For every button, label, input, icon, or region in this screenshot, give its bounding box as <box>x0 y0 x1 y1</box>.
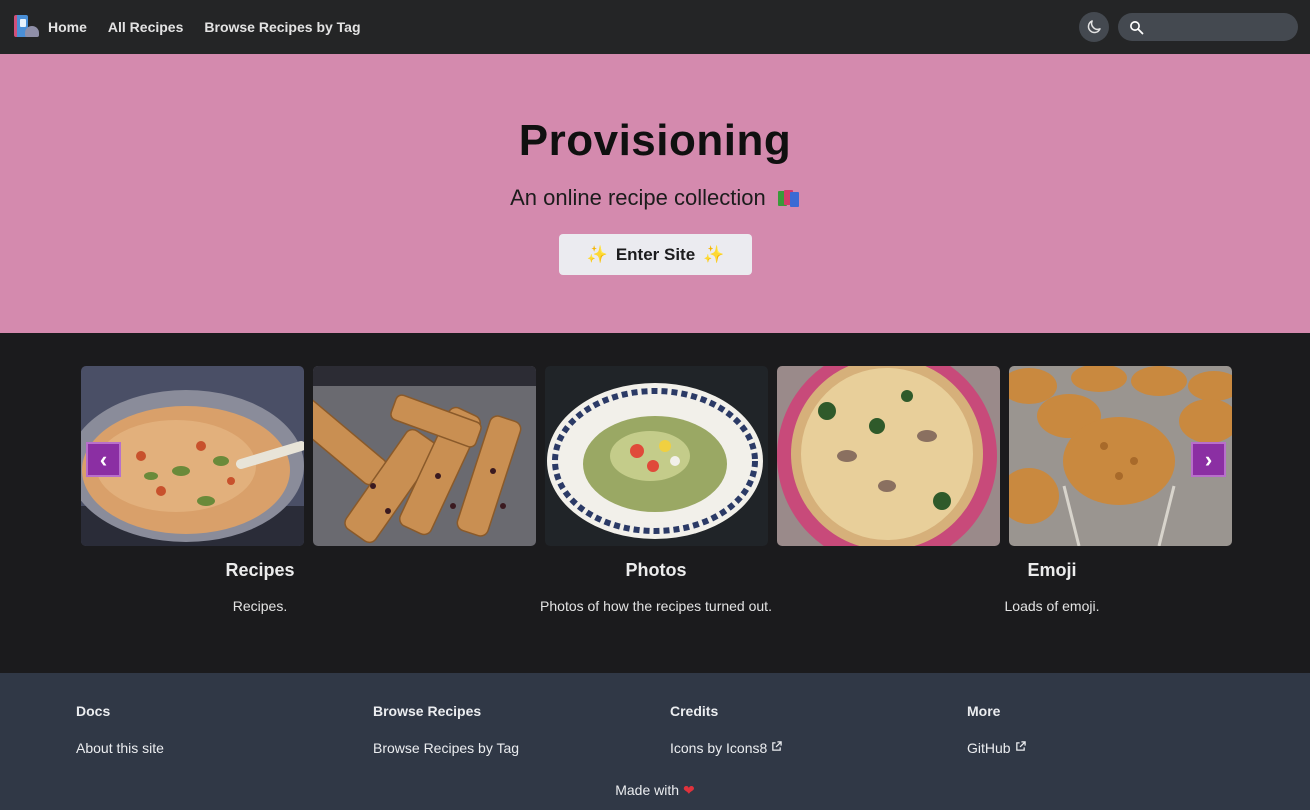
hero-subtitle-text: An online recipe collection <box>510 185 766 210</box>
feature-title: Recipes <box>225 560 295 580</box>
heart-icon: ❤ <box>683 782 695 798</box>
sparkles-icon: ✨ <box>703 244 725 264</box>
carousel-prev-button[interactable]: ‹ <box>86 442 121 477</box>
footer: Docs About this site Browse Recipes Brow… <box>0 673 1310 810</box>
moon-icon <box>1087 20 1101 34</box>
feature-description: Recipes. <box>232 598 288 614</box>
feature-emoji: Emoji Loads of emoji. <box>872 560 1232 614</box>
chevron-left-icon: ‹ <box>99 446 108 472</box>
dark-mode-toggle[interactable] <box>1079 12 1109 42</box>
search-input[interactable] <box>1150 19 1290 35</box>
biscotti-photo <box>313 366 536 546</box>
carousel-slide-quiche[interactable] <box>777 366 1000 546</box>
navbar: Home All Recipes Browse Recipes by Tag <box>0 0 1310 54</box>
search-box[interactable] <box>1118 13 1298 41</box>
feature-photos: Photos Photos of how the recipes turned … <box>476 560 836 614</box>
footer-column-credits: Credits Icons by Icons8 <box>670 703 783 756</box>
footer-column-title: Browse Recipes <box>373 703 482 719</box>
chevron-right-icon: › <box>1204 446 1213 472</box>
footer-link-icons8[interactable]: Icons by Icons8 <box>670 740 783 756</box>
made-with-text: Made with ❤ <box>0 782 1310 799</box>
page-title: Provisioning <box>518 116 792 165</box>
footer-link-label: Icons by Icons8 <box>670 740 768 756</box>
external-link-icon <box>1015 741 1026 751</box>
hero-subtitle: An online recipe collection <box>0 185 1310 211</box>
site-logo-icon[interactable] <box>12 13 40 41</box>
carousel-slide-biscotti[interactable] <box>313 366 536 546</box>
sparkles-icon: ✨ <box>586 244 608 264</box>
books-emoji-icon <box>777 189 800 207</box>
nav-home-link[interactable]: Home <box>48 19 87 35</box>
footer-column-browse: Browse Recipes Browse Recipes by Tag <box>373 703 519 756</box>
feature-description: Photos of how the recipes turned out. <box>540 598 772 614</box>
footer-link-about[interactable]: About this site <box>76 740 164 756</box>
enter-site-button[interactable]: ✨ Enter Site ✨ <box>559 234 752 275</box>
carousel-slide-pasta[interactable] <box>545 366 768 546</box>
footer-column-title: Docs <box>76 703 111 719</box>
search-icon <box>1130 20 1144 34</box>
feature-title: Emoji <box>1027 560 1077 580</box>
quiche-photo <box>777 366 1000 546</box>
hero-banner: Provisioning An online recipe collection… <box>0 54 1310 333</box>
nav-browse-by-tag-link[interactable]: Browse Recipes by Tag <box>204 19 360 35</box>
enter-site-label: Enter Site <box>615 244 696 264</box>
footer-link-label: GitHub <box>967 740 1011 756</box>
made-with-label: Made with <box>615 782 680 798</box>
footer-link-browse-by-tag[interactable]: Browse Recipes by Tag <box>373 740 519 756</box>
footer-link-github[interactable]: GitHub <box>967 740 1026 756</box>
footer-column-docs: Docs About this site <box>76 703 164 756</box>
carousel-next-button[interactable]: › <box>1191 442 1226 477</box>
footer-column-title: More <box>967 703 1001 719</box>
feature-description: Loads of emoji. <box>1004 598 1100 614</box>
footer-column-more: More GitHub <box>967 703 1026 756</box>
feature-title: Photos <box>625 560 687 580</box>
pasta-photo <box>545 366 768 546</box>
footer-column-title: Credits <box>670 703 719 719</box>
feature-recipes: Recipes Recipes. <box>80 560 440 614</box>
nav-all-recipes-link[interactable]: All Recipes <box>108 19 183 35</box>
photo-carousel: ‹ › <box>81 366 1232 546</box>
external-link-icon <box>772 741 783 751</box>
